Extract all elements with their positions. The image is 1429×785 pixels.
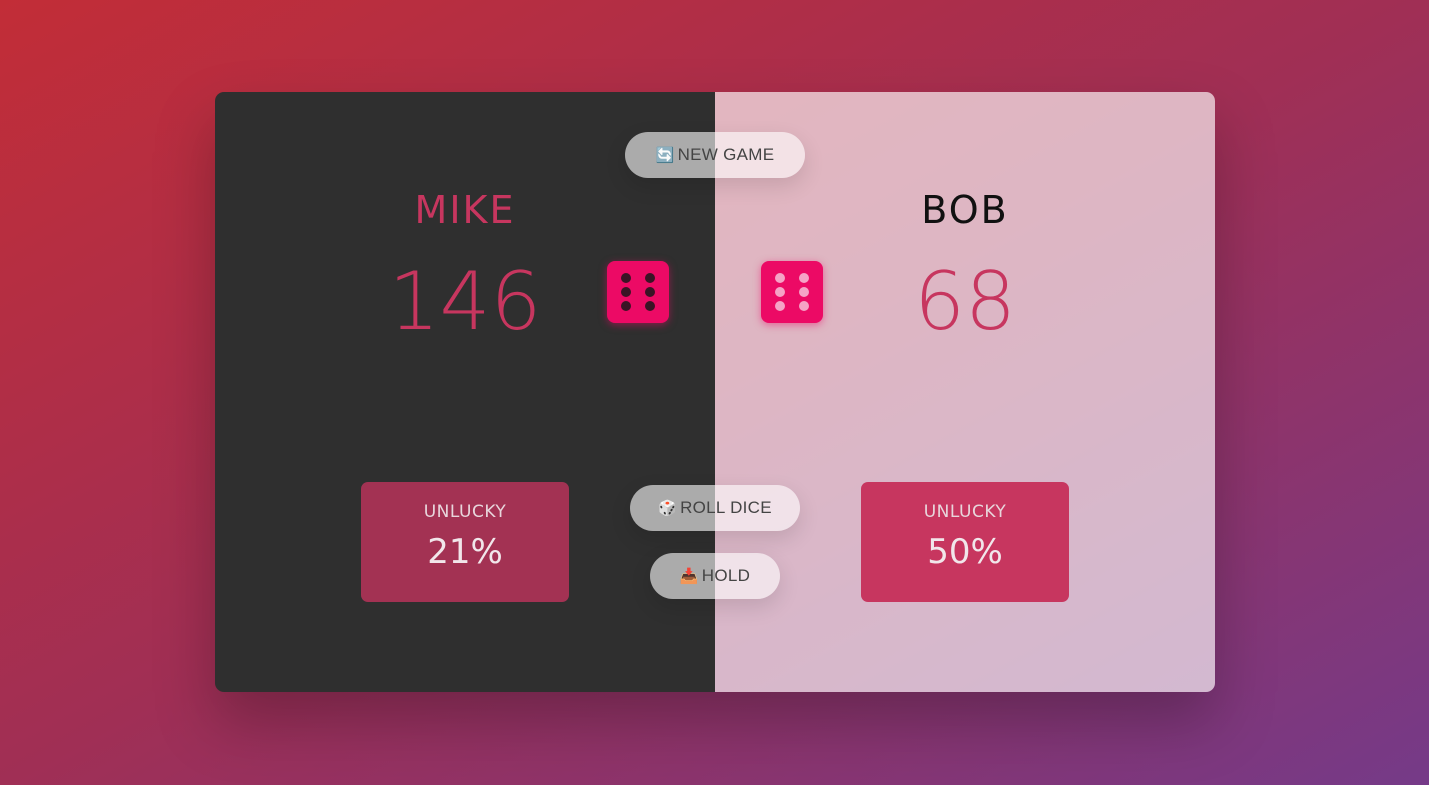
die-pip [645, 287, 655, 297]
die-pip [645, 301, 655, 311]
roll-dice-button[interactable]: 🎲 ROLL DICE [630, 485, 800, 531]
dice-six-icon [607, 261, 669, 323]
dice-six-icon [761, 261, 823, 323]
hold-label: HOLD [701, 566, 751, 585]
player-1-current-label: UNLUCKY [423, 502, 507, 522]
game-board: MIKE 146 UNLUCKY 21% BOB 68 UNLUCKY 50% … [215, 92, 1215, 692]
new-game-label: NEW GAME [677, 145, 775, 164]
die-pip [621, 287, 631, 297]
die-pip [775, 273, 785, 283]
die-pip [775, 301, 785, 311]
die-pip [621, 273, 631, 283]
hold-button[interactable]: 📥 HOLD [650, 553, 780, 599]
player-2-name: BOB [921, 188, 1009, 232]
roll-dice-label: ROLL DICE [680, 498, 772, 517]
player-1-name: MIKE [414, 188, 516, 232]
player-2-current-value: 50% [927, 532, 1003, 572]
die-pip [775, 287, 785, 297]
refresh-icon: 🔄 [655, 147, 675, 164]
die-pip [799, 273, 809, 283]
dice-icon: 🎲 [658, 500, 678, 517]
new-game-button[interactable]: 🔄 NEW GAME [625, 132, 805, 178]
player-2-panel: BOB 68 UNLUCKY 50% [715, 92, 1215, 692]
inbox-tray-icon: 📥 [679, 568, 699, 585]
player-2-current-label: UNLUCKY [923, 502, 1007, 522]
die-pip [621, 301, 631, 311]
player-2-current-box: UNLUCKY 50% [861, 482, 1069, 602]
die-pip [799, 301, 809, 311]
player-1-panel: MIKE 146 UNLUCKY 21% [215, 92, 715, 692]
die-pip [799, 287, 809, 297]
player-1-current-value: 21% [427, 532, 503, 572]
die-pip [645, 273, 655, 283]
player-1-current-box: UNLUCKY 21% [361, 482, 569, 602]
